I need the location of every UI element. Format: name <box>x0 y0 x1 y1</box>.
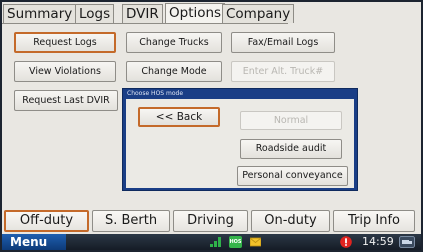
menu-button[interactable]: Menu <box>2 234 66 250</box>
tab-summary[interactable]: Summary <box>3 4 77 23</box>
normal-mode-button[interactable]: Normal <box>240 111 342 130</box>
alt-truck-input[interactable]: Enter Alt. Truck# <box>231 61 335 82</box>
off-duty-button[interactable]: Off-duty <box>4 210 89 232</box>
hos-mode-dialog: Choose HOS mode << Back Normal Roadside … <box>122 88 358 191</box>
back-button[interactable]: << Back <box>138 107 220 127</box>
app-screen: Summary Logs DVIR Options Company Reques… <box>2 2 421 250</box>
message-envelope-icon[interactable] <box>250 237 261 247</box>
alert-icon[interactable] <box>340 236 352 248</box>
view-violations-button[interactable]: View Violations <box>14 61 116 82</box>
on-duty-button[interactable]: On-duty <box>251 210 330 232</box>
request-last-dvir-button[interactable]: Request Last DVIR <box>14 90 118 111</box>
personal-conveyance-button[interactable]: Personal conveyance <box>237 166 348 186</box>
clock: 14:59 <box>362 235 394 248</box>
tab-company[interactable]: Company <box>222 4 295 23</box>
tab-options[interactable]: Options <box>165 3 226 24</box>
tab-bar: Summary Logs DVIR Options Company <box>2 2 421 24</box>
tab-divider <box>2 23 288 24</box>
tab-dvir[interactable]: DVIR <box>122 4 163 23</box>
hos-icon-label: HOS <box>229 239 242 245</box>
fax-email-logs-button[interactable]: Fax/Email Logs <box>231 32 335 53</box>
driving-button[interactable]: Driving <box>173 210 248 232</box>
dialog-title: Choose HOS mode <box>127 90 184 97</box>
taskbar: Menu HOS 14:59 <box>2 234 421 250</box>
dialog-body: << Back Normal Roadside audit Personal c… <box>126 99 354 188</box>
signal-bars-icon[interactable] <box>210 237 221 247</box>
tab-logs[interactable]: Logs <box>75 4 115 23</box>
roadside-audit-button[interactable]: Roadside audit <box>240 139 342 159</box>
trip-info-button[interactable]: Trip Info <box>333 210 415 232</box>
sleeper-berth-button[interactable]: S. Berth <box>92 210 170 232</box>
hos-icon[interactable]: HOS <box>229 236 242 248</box>
change-mode-button[interactable]: Change Mode <box>126 61 222 82</box>
request-logs-button[interactable]: Request Logs <box>14 32 116 53</box>
change-trucks-button[interactable]: Change Trucks <box>126 32 222 53</box>
truck-status-icon[interactable] <box>399 236 415 248</box>
